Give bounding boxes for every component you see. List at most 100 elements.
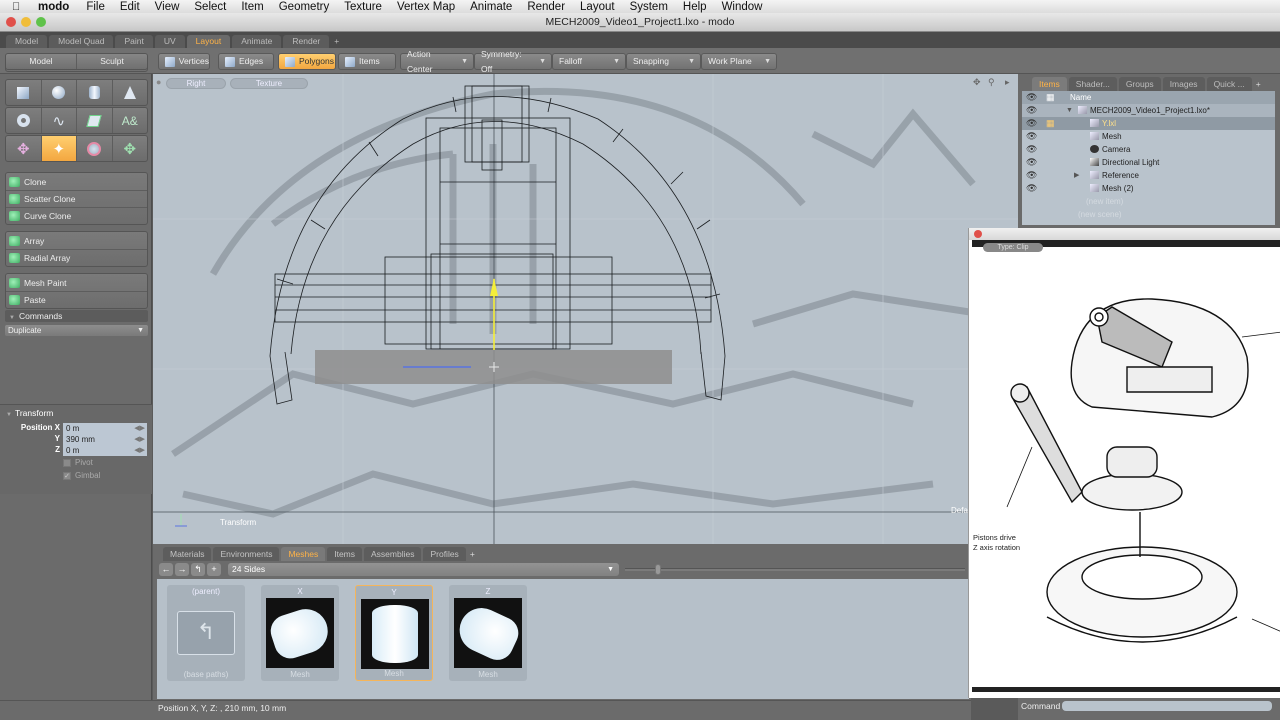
pivot-checkbox[interactable]: Pivot — [63, 458, 93, 467]
tab-layout[interactable]: Layout — [186, 35, 231, 48]
shading-mode-button[interactable]: Texture — [230, 78, 308, 89]
eye-icon[interactable]: 👁 — [1026, 117, 1037, 130]
paste-button[interactable]: Paste — [6, 291, 147, 308]
add-bottom-tab-button[interactable]: + — [468, 547, 477, 561]
close-window-button[interactable] — [974, 230, 982, 238]
view-type-button[interactable]: Right — [166, 78, 226, 89]
tab-items[interactable]: Items — [1032, 77, 1067, 91]
type-clip-button[interactable]: Type: Clip — [983, 243, 1043, 252]
menu-select[interactable]: Select — [194, 1, 226, 13]
tab-environments[interactable]: Environments — [213, 547, 280, 561]
cube-icon[interactable] — [6, 80, 41, 105]
clone-button[interactable]: Clone — [6, 173, 147, 190]
viewport-options-icon[interactable]: ● — [156, 77, 161, 87]
curve-clone-button[interactable]: Curve Clone — [6, 207, 147, 224]
tab-model-tools[interactable]: Model — [6, 54, 76, 69]
menu-texture[interactable]: Texture — [344, 1, 382, 13]
add-tab-button[interactable]: + — [331, 35, 342, 48]
menu-item[interactable]: Item — [241, 1, 263, 13]
tab-paint[interactable]: Paint — [115, 35, 153, 48]
preset-folder-dropdown[interactable]: 24 Sides ▼ — [228, 563, 619, 576]
action-center-dropdown[interactable]: Action Center ▼ — [400, 49, 474, 74]
menu-window[interactable]: Window — [722, 1, 763, 13]
name-column-header[interactable]: Name — [1070, 91, 1091, 104]
item-row-mesh[interactable]: 👁 Mesh — [1022, 130, 1275, 143]
stepper-icon[interactable]: ◀▶ — [134, 434, 145, 445]
commands-section-header[interactable]: ▼ Commands — [5, 310, 148, 322]
new-item-row[interactable]: (new item) — [1022, 195, 1275, 208]
position-z-field[interactable]: 0 m ◀▶ — [63, 445, 147, 456]
scatter-clone-button[interactable]: Scatter Clone — [6, 190, 147, 207]
tab-materials[interactable]: Materials — [163, 547, 212, 561]
work-plane-dropdown[interactable]: Work Plane ▼ — [701, 53, 777, 70]
move-tool-icon[interactable]: ✥ — [6, 136, 41, 161]
item-row-camera[interactable]: 👁 Camera — [1022, 143, 1275, 156]
eye-icon[interactable]: 👁 — [1026, 169, 1037, 182]
eye-icon[interactable]: 👁 — [1026, 156, 1037, 169]
capsule-icon[interactable]: ∿ — [40, 108, 77, 133]
preset-cylinder-y[interactable]: Y Mesh — [355, 585, 433, 681]
polygons-mode-button[interactable]: Polygons — [278, 53, 336, 70]
position-x-field[interactable]: 0 m ◀▶ — [63, 423, 147, 434]
edges-mode-button[interactable]: Edges — [218, 53, 274, 70]
sphere-icon[interactable] — [40, 80, 77, 105]
stepper-icon[interactable]: ◀▶ — [134, 445, 145, 456]
tab-meshes[interactable]: Meshes — [281, 547, 326, 561]
back-arrow-icon[interactable]: ← — [159, 563, 173, 576]
parent-dir-icon[interactable]: ↰ — [191, 563, 205, 576]
menu-render[interactable]: Render — [527, 1, 565, 13]
menu-geometry[interactable]: Geometry — [279, 1, 330, 13]
menu-animate[interactable]: Animate — [470, 1, 512, 13]
scale-tool-icon[interactable]: ✥ — [111, 136, 148, 161]
eye-icon[interactable]: 👁 — [1026, 182, 1037, 195]
item-row-scene[interactable]: 👁 ▼ MECH2009_Video1_Project1.lxo* — [1022, 104, 1275, 117]
mesh-paint-button[interactable]: Mesh Paint — [6, 274, 147, 291]
expand-triangle-icon[interactable]: ▼ — [1066, 104, 1073, 117]
tab-uv[interactable]: UV — [154, 35, 185, 48]
forward-arrow-icon[interactable]: → — [175, 563, 189, 576]
tab-render[interactable]: Render — [283, 35, 330, 48]
menu-app-name[interactable]: modo — [38, 1, 69, 13]
command-input[interactable] — [1062, 701, 1272, 711]
lock-icon[interactable]: ▦ — [1046, 117, 1055, 130]
text-tool-icon[interactable]: A& — [111, 108, 148, 133]
tab-images[interactable]: Images — [1162, 77, 1205, 91]
reference-window-titlebar[interactable] — [969, 228, 1280, 240]
snapping-dropdown[interactable]: Snapping ▼ — [626, 53, 701, 70]
preset-cylinder-x[interactable]: X Mesh — [261, 585, 339, 681]
transform-tool-icon[interactable]: ✦ — [40, 136, 76, 161]
thumbnail-size-slider[interactable] — [625, 564, 965, 575]
menu-view[interactable]: View — [155, 1, 180, 13]
menu-vertex-map[interactable]: Vertex Map — [397, 1, 455, 13]
add-icon[interactable]: + — [207, 563, 221, 576]
tab-groups[interactable]: Groups — [1118, 77, 1161, 91]
viewport-menu-icon[interactable]: ▸ — [1005, 77, 1010, 88]
menu-edit[interactable]: Edit — [120, 1, 140, 13]
tab-items-presets[interactable]: Items — [327, 547, 362, 561]
preset-parent-folder[interactable]: (parent) ↰ (base paths) — [167, 585, 245, 681]
tab-shader[interactable]: Shader... — [1068, 77, 1117, 91]
slider-handle[interactable] — [655, 564, 661, 575]
tab-animate[interactable]: Animate — [232, 35, 282, 48]
eye-icon[interactable]: 👁 — [1026, 104, 1037, 117]
tab-model-quad[interactable]: Model Quad — [49, 35, 114, 48]
eye-icon[interactable]: 👁 — [1026, 143, 1037, 156]
add-panel-tab-button[interactable]: + — [1254, 77, 1263, 91]
array-button[interactable]: Array — [6, 232, 147, 249]
expand-triangle-icon[interactable]: ▶ — [1074, 169, 1079, 182]
eye-icon[interactable]: 👁 — [1026, 130, 1037, 143]
vertices-mode-button[interactable]: Vertices — [158, 53, 210, 70]
apple-menu-icon[interactable]:  — [12, 1, 24, 13]
item-row-directional-light[interactable]: 👁 Directional Light — [1022, 156, 1275, 169]
preset-cylinder-z[interactable]: Z Mesh — [449, 585, 527, 681]
item-row-mesh-2[interactable]: 👁 Mesh (2) — [1022, 182, 1275, 195]
tab-profiles[interactable]: Profiles — [423, 547, 466, 561]
tab-model[interactable]: Model — [6, 35, 48, 48]
rotate-tool-icon[interactable] — [76, 136, 112, 161]
items-mode-button[interactable]: Items — [338, 53, 396, 70]
3d-viewport[interactable]: ● Right Texture ✥ ⚲ ▸ Transform Defa — [153, 74, 1018, 544]
radial-array-button[interactable]: Radial Array — [6, 249, 147, 266]
tab-quick[interactable]: Quick ... — [1206, 77, 1252, 91]
reference-image-window[interactable]: Type: Clip Pistons drive Z axis rotation — [968, 228, 1280, 698]
falloff-dropdown[interactable]: Falloff ▼ — [552, 53, 626, 70]
